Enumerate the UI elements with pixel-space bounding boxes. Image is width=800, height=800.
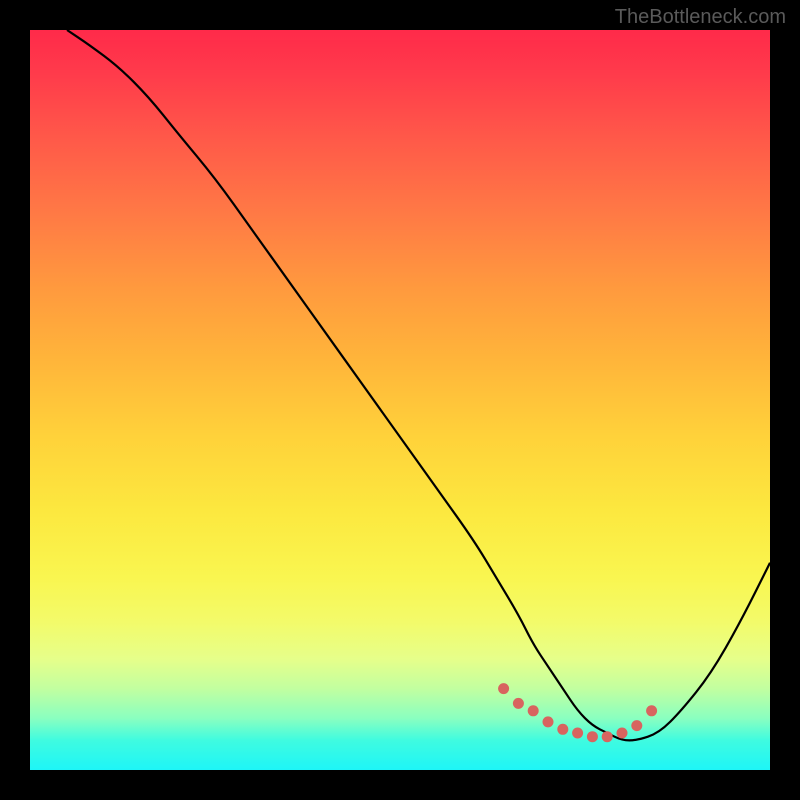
marker-dot: [572, 728, 583, 739]
chart-svg: [30, 30, 770, 770]
plot-area: [30, 30, 770, 770]
marker-dot: [513, 698, 524, 709]
watermark-text: TheBottleneck.com: [615, 6, 786, 29]
marker-dot: [602, 731, 613, 742]
marker-dot: [498, 683, 509, 694]
optimal-range-markers: [498, 683, 657, 742]
marker-dot: [557, 724, 568, 735]
marker-dot: [646, 705, 657, 716]
marker-dot: [587, 731, 598, 742]
marker-dot: [528, 705, 539, 716]
marker-dot: [543, 716, 554, 727]
bottleneck-curve-path: [67, 30, 770, 740]
marker-dot: [631, 720, 642, 731]
marker-dot: [617, 728, 628, 739]
